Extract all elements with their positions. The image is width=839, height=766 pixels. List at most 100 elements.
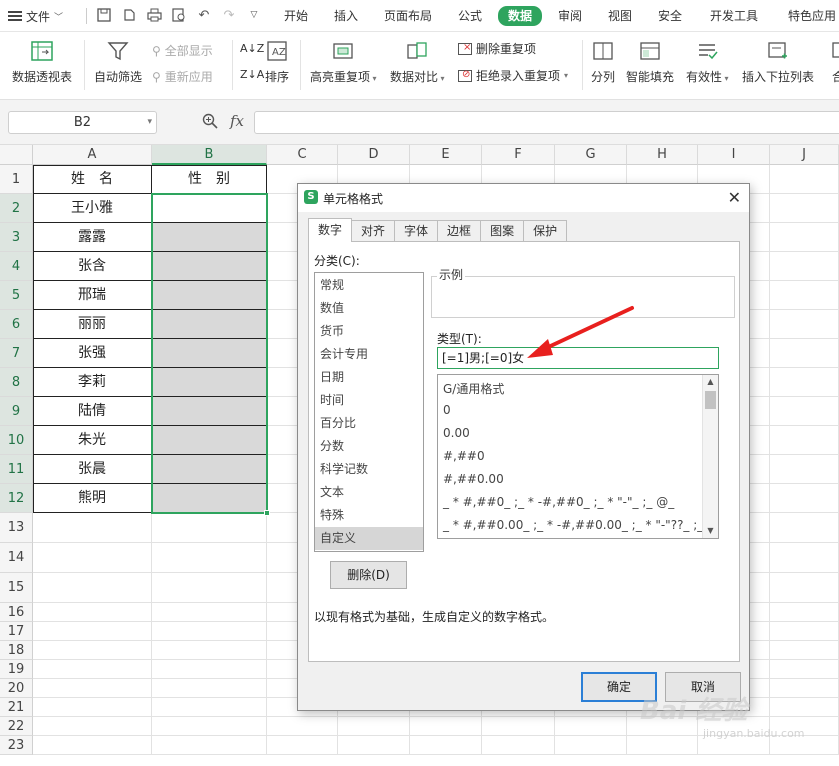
cell-j11[interactable] bbox=[770, 455, 839, 484]
tab-number[interactable]: 数字 bbox=[308, 218, 353, 242]
type-input[interactable]: [=1]男;[=0]女 bbox=[437, 347, 719, 369]
cell-e22[interactable] bbox=[410, 717, 482, 736]
row-header-14[interactable]: 14 bbox=[0, 543, 33, 573]
cell-j14[interactable] bbox=[770, 543, 839, 573]
tab-page-layout[interactable]: 页面布局 bbox=[384, 7, 432, 25]
category-item[interactable]: 科学记数 bbox=[315, 458, 423, 481]
row-header-2[interactable]: 2 bbox=[0, 194, 33, 223]
cell-j6[interactable] bbox=[770, 310, 839, 339]
row-header-16[interactable]: 16 bbox=[0, 603, 33, 622]
cell-b21[interactable] bbox=[152, 698, 267, 717]
cell-j19[interactable] bbox=[770, 660, 839, 679]
cell-c23[interactable] bbox=[267, 736, 338, 755]
cell-c22[interactable] bbox=[267, 717, 338, 736]
cell-a3[interactable]: 露露 bbox=[33, 223, 152, 252]
cell-j9[interactable] bbox=[770, 397, 839, 426]
row-header-22[interactable]: 22 bbox=[0, 717, 33, 736]
cell-b20[interactable] bbox=[152, 679, 267, 698]
category-item[interactable]: 百分比 bbox=[315, 412, 423, 435]
file-menu[interactable]: 文件 ﹀ bbox=[8, 7, 63, 25]
cell-j17[interactable] bbox=[770, 622, 839, 641]
type-list-item[interactable]: _ * #,##0_ ;_ * -#,##0_ ;_ * "-"_ ;_ @_ bbox=[443, 495, 674, 509]
category-item[interactable]: 会计专用 bbox=[315, 343, 423, 366]
category-item[interactable]: 分数 bbox=[315, 435, 423, 458]
cell-f22[interactable] bbox=[482, 717, 555, 736]
tab-review[interactable]: 审阅 bbox=[558, 7, 582, 25]
tab-font[interactable]: 字体 bbox=[394, 220, 439, 242]
cell-b23[interactable] bbox=[152, 736, 267, 755]
scroll-up-icon[interactable]: ▲ bbox=[703, 375, 718, 389]
insert-function-button[interactable]: fx bbox=[230, 112, 244, 130]
tab-formulas[interactable]: 公式 bbox=[458, 7, 482, 25]
row-header-3[interactable]: 3 bbox=[0, 223, 33, 252]
data-compare-button[interactable]: 数据对比 ▾ bbox=[390, 38, 445, 85]
pivot-table-button[interactable]: 数据透视表 bbox=[12, 38, 72, 85]
category-item[interactable]: 数值 bbox=[315, 297, 423, 320]
cell-b11[interactable] bbox=[152, 455, 267, 484]
row-header-6[interactable]: 6 bbox=[0, 310, 33, 339]
cell-a14[interactable] bbox=[33, 543, 152, 573]
cell-b15[interactable] bbox=[152, 573, 267, 603]
cell-j10[interactable] bbox=[770, 426, 839, 455]
smart-fill-button[interactable]: 智能填充 bbox=[626, 38, 674, 85]
close-icon[interactable]: ✕ bbox=[728, 188, 741, 207]
row-header-18[interactable]: 18 bbox=[0, 641, 33, 660]
cell-b3[interactable] bbox=[152, 223, 267, 252]
cell-j13[interactable] bbox=[770, 513, 839, 543]
row-header-9[interactable]: 9 bbox=[0, 397, 33, 426]
zoom-search-icon[interactable] bbox=[202, 113, 218, 133]
highlight-duplicates-button[interactable]: 高亮重复项 ▾ bbox=[310, 38, 377, 85]
column-header-j[interactable]: J bbox=[770, 145, 839, 165]
tab-pattern[interactable]: 图案 bbox=[480, 220, 525, 242]
cell-j1[interactable] bbox=[770, 165, 839, 194]
cell-g23[interactable] bbox=[555, 736, 627, 755]
column-header-i[interactable]: I bbox=[698, 145, 770, 165]
select-all-corner[interactable] bbox=[0, 145, 33, 165]
category-item[interactable]: 货币 bbox=[315, 320, 423, 343]
scroll-down-icon[interactable]: ▼ bbox=[703, 524, 718, 538]
cell-a19[interactable] bbox=[33, 660, 152, 679]
type-list-item[interactable]: 0.00 bbox=[443, 426, 470, 440]
formula-input[interactable] bbox=[254, 111, 839, 134]
row-header-1[interactable]: 1 bbox=[0, 165, 33, 194]
type-list[interactable]: _ * #,##0.00_ ;_ * -#,##0.00_ ;_ * "-"??… bbox=[437, 374, 719, 539]
row-header-8[interactable]: 8 bbox=[0, 368, 33, 397]
row-header-21[interactable]: 21 bbox=[0, 698, 33, 717]
autofilter-button[interactable]: 自动筛选 bbox=[94, 38, 142, 85]
cell-j12[interactable] bbox=[770, 484, 839, 513]
row-header-12[interactable]: 12 bbox=[0, 484, 33, 513]
cell-j2[interactable] bbox=[770, 194, 839, 223]
cell-a12[interactable]: 熊明 bbox=[33, 484, 152, 513]
tab-view[interactable]: 视图 bbox=[608, 7, 632, 25]
cell-j8[interactable] bbox=[770, 368, 839, 397]
column-header-g[interactable]: G bbox=[555, 145, 627, 165]
cell-b17[interactable] bbox=[152, 622, 267, 641]
remove-duplicates-button[interactable]: × 删除重复项 bbox=[458, 40, 536, 57]
cell-d23[interactable] bbox=[338, 736, 410, 755]
cell-a17[interactable] bbox=[33, 622, 152, 641]
cell-j15[interactable] bbox=[770, 573, 839, 603]
category-item[interactable]: 日期 bbox=[315, 366, 423, 389]
cell-d22[interactable] bbox=[338, 717, 410, 736]
cell-b18[interactable] bbox=[152, 641, 267, 660]
cell-j18[interactable] bbox=[770, 641, 839, 660]
cell-a23[interactable] bbox=[33, 736, 152, 755]
reject-duplicates-button[interactable]: ⊘ 拒绝录入重复项 ▾ bbox=[458, 67, 568, 84]
cell-a22[interactable] bbox=[33, 717, 152, 736]
validity-button[interactable]: 有效性 ▾ bbox=[686, 38, 729, 85]
tab-insert[interactable]: 插入 bbox=[334, 7, 358, 25]
row-header-20[interactable]: 20 bbox=[0, 679, 33, 698]
cell-a21[interactable] bbox=[33, 698, 152, 717]
row-header-13[interactable]: 13 bbox=[0, 513, 33, 543]
scroll-thumb[interactable] bbox=[705, 391, 716, 409]
tab-special-apps[interactable]: 特色应用 bbox=[788, 7, 836, 25]
cell-b9[interactable] bbox=[152, 397, 267, 426]
tab-data[interactable]: 数据 bbox=[498, 6, 543, 26]
sort-descending-icon[interactable]: Z↓A bbox=[240, 68, 264, 81]
tab-protection[interactable]: 保护 bbox=[523, 220, 568, 242]
cell-a2[interactable]: 王小雅 bbox=[33, 194, 152, 223]
cell-b13[interactable] bbox=[152, 513, 267, 543]
cell-b5[interactable] bbox=[152, 281, 267, 310]
type-list-item[interactable]: _ * #,##0.00_ ;_ * -#,##0.00_ ;_ * "-"??… bbox=[443, 518, 718, 532]
category-item[interactable]: 文本 bbox=[315, 481, 423, 504]
